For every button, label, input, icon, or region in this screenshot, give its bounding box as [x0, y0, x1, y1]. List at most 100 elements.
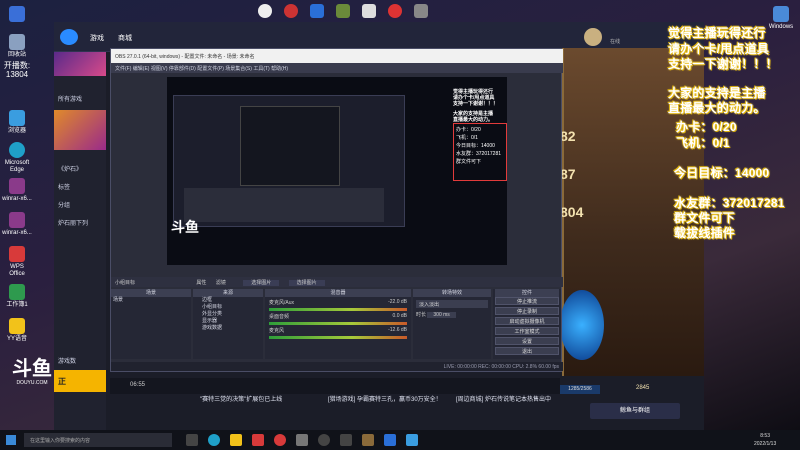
duration-row: 时长 300 ms	[416, 311, 488, 318]
app-icon[interactable]	[284, 4, 298, 18]
source-item[interactable]: 游戏数据	[193, 325, 263, 332]
preview-stats-box: 办卡：0/20 飞机：0/1 今日目标：14000 水友群：372017281 群文件…	[453, 123, 507, 181]
duration-input[interactable]: 300 ms	[427, 312, 456, 318]
properties-tab[interactable]: 属性	[196, 280, 206, 286]
douyu-logo: 斗鱼	[171, 219, 199, 235]
sidebar-item[interactable]: 《炉石》	[58, 164, 82, 173]
app-icon[interactable]	[258, 4, 272, 18]
controls-header: 控件	[495, 289, 559, 297]
sidebar-item[interactable]: 炉石丽下列	[58, 218, 88, 227]
user-status: 在线	[610, 39, 621, 45]
source-item[interactable]: 小组目标	[193, 304, 263, 311]
controls-dock: 控件 停止推流 停止录制 启动虚拟摄像机 工作室模式 设置 退出	[493, 289, 561, 359]
edge-icon	[9, 142, 25, 158]
start-button[interactable]: 正	[54, 370, 106, 392]
search-input[interactable]: 在这里输入你要搜索的内容	[24, 433, 172, 447]
activity-bar: "赛特三觉的决策"扩展包已上线 [猎场游戏] 孕霸赛特三孔，赢币30万安全！ […	[160, 390, 590, 428]
app-icon[interactable]	[340, 434, 352, 446]
daily-target: 今日目标：14000	[674, 166, 770, 180]
stat-value: 82	[560, 128, 576, 144]
sidebar-item[interactable]: 所有游戏	[58, 94, 82, 103]
obs-titlebar: OBS 27.0.1 (64-bit, windows) - 配置文件: 未命名…	[111, 49, 563, 63]
source-item[interactable]: 外显分类	[193, 311, 263, 318]
fan-group: 水友群：372017281	[674, 196, 785, 210]
app-icon[interactable]	[388, 4, 402, 18]
obs-menubar[interactable]: 文件(F) 编辑(E) 视图(V) 停靠部件(D) 配置文件(P) 场景集合(S…	[111, 63, 563, 73]
virtual-camera-button[interactable]: 启动虚拟摄像机	[495, 317, 559, 325]
play-orb[interactable]	[560, 290, 604, 360]
settings-button[interactable]: 设置	[495, 337, 559, 345]
obs-icon[interactable]	[318, 434, 330, 446]
image-select-tab[interactable]: 选择图片	[243, 280, 280, 286]
volume-meter[interactable]	[269, 322, 407, 325]
mixer-channel: 麦克风/Aux -22.0 dB 桌面音频 0.0 dB 麦克风 -12.6 dB	[265, 297, 411, 343]
exit-button[interactable]: 退出	[495, 347, 559, 355]
browser-icon	[9, 110, 25, 126]
nav-games[interactable]: 游戏	[90, 33, 104, 43]
volume-meter[interactable]	[269, 336, 407, 339]
obs-preview[interactable]: 斗鱼 觉得主播玩得还行 请办个卡/甩点道具 支持一下谢谢！！！ 大家的支持是主播 直播…	[167, 77, 507, 265]
desktop-icon-windows[interactable]: Windows	[764, 6, 798, 31]
sources-header: 来源	[193, 289, 263, 297]
obs-statusbar: LIVE: 00:00:00 REC: 00:00:00 CPU: 2.8% 6…	[111, 362, 563, 371]
overlay-line: 请办个卡/甩点道具	[668, 42, 770, 56]
archive-icon	[9, 178, 25, 194]
task-view-icon[interactable]	[186, 434, 198, 446]
source-item[interactable]: 显示器	[193, 318, 263, 325]
stop-stream-button[interactable]: 停止推流	[495, 297, 559, 305]
desktop-icon-edge[interactable]: Microsoft Edge	[2, 142, 32, 174]
sidebar-item[interactable]: 分组	[58, 200, 70, 209]
filters-tab[interactable]: 滤镜	[216, 280, 226, 286]
app-icon[interactable]	[252, 434, 264, 446]
nav-mall[interactable]: 商城	[118, 33, 132, 43]
douyu-watermark: 斗鱼 DOUYU.COM	[12, 358, 52, 386]
game-banner[interactable]	[54, 110, 106, 150]
transitions-header: 转场特效	[413, 289, 491, 297]
clock[interactable]: 8:53 2022/1/13	[754, 432, 776, 448]
app-icon[interactable]	[336, 4, 350, 18]
app-icon[interactable]	[310, 4, 324, 18]
scene-item[interactable]: 场景	[111, 297, 191, 304]
app-icon[interactable]	[274, 434, 286, 446]
recycle-bin-icon	[9, 34, 25, 50]
app-icon[interactable]	[384, 434, 396, 446]
desktop-icon-recycle[interactable]: 回收站	[2, 34, 32, 59]
send-button[interactable]: 鲸鱼与群组	[590, 403, 680, 419]
desktop-icon-browser[interactable]: 浏览器	[2, 110, 32, 135]
source-item[interactable]: 边框	[193, 297, 263, 304]
sidebar-item[interactable]: 标签	[58, 182, 70, 191]
top-app-strip	[258, 4, 468, 20]
event-card[interactable]: [猎场游戏] 孕霸赛特三孔，赢币30万安全！	[328, 396, 446, 404]
desktop-icon-winrar2[interactable]: winrar-x6...	[2, 212, 32, 237]
overlay-line: 大家的支持是主播	[668, 86, 766, 100]
transitions-dock: 转场特效 淡入淡出 时长 300 ms	[413, 289, 491, 359]
fans-counter: 开播数: 13804	[3, 61, 31, 79]
desktop-icon-wps[interactable]: WPS Office	[2, 246, 32, 278]
stop-record-button[interactable]: 停止录制	[495, 307, 559, 315]
app-icon[interactable]	[414, 4, 428, 18]
image-select-tab[interactable]: 选择图片	[288, 280, 325, 286]
desktop-icon-winrar1[interactable]: winrar-x6...	[2, 178, 32, 203]
folder-icon[interactable]	[230, 434, 242, 446]
desktop-icon-workbook[interactable]: 工作簿1	[2, 284, 32, 309]
desktop-icon-1[interactable]	[2, 6, 32, 24]
app-icon[interactable]	[296, 434, 308, 446]
transition-select[interactable]: 淡入淡出	[416, 300, 488, 308]
stat-value: 87	[560, 166, 576, 182]
douyu-logo-icon[interactable]	[60, 29, 78, 45]
player-controls: 06:55	[110, 378, 560, 394]
avatar[interactable]	[584, 28, 602, 46]
app-icon[interactable]	[362, 4, 376, 18]
app-icon[interactable]	[406, 434, 418, 446]
edge-icon[interactable]	[208, 434, 220, 446]
desktop-icon-yy[interactable]: YY语音	[2, 318, 32, 343]
volume-meter[interactable]	[269, 308, 407, 311]
event-card[interactable]: [周边商城] 炉石传说笔记本热售出中	[456, 396, 574, 404]
event-card[interactable]: "赛特三觉的决策"扩展包已上线	[200, 396, 318, 404]
app-icon	[9, 6, 25, 22]
hearthstone-icon[interactable]	[362, 434, 374, 446]
nested-docks	[184, 188, 384, 222]
taskbar: 在这里输入你要搜索的内容 8:53 2022/1/13	[0, 430, 800, 450]
start-icon[interactable]	[6, 435, 16, 445]
studio-mode-button[interactable]: 工作室模式	[495, 327, 559, 335]
